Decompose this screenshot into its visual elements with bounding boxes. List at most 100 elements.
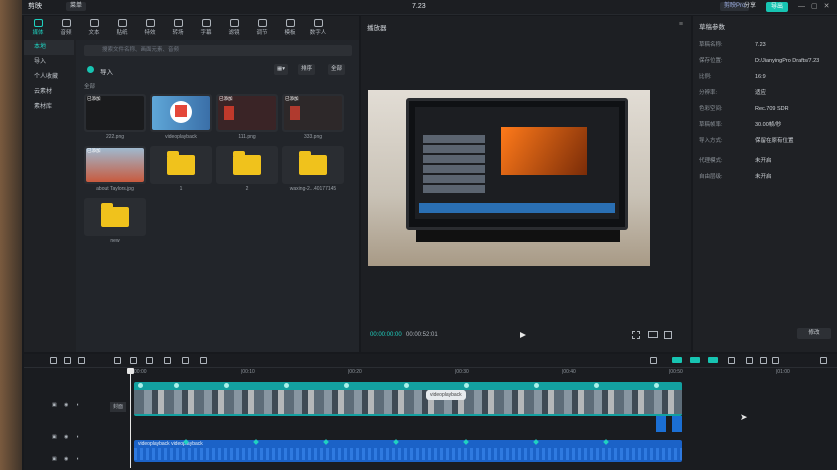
delete-icon[interactable] xyxy=(164,357,171,364)
clip-marker-icon xyxy=(224,383,229,388)
tab-media[interactable]: 媒体 xyxy=(24,16,52,38)
small-clip[interactable] xyxy=(672,416,682,432)
media-item[interactable]: 已添加 333.png xyxy=(282,94,344,140)
audio-name: videoplayback videoplayback xyxy=(138,441,203,447)
media-item[interactable]: videoplayback xyxy=(150,94,212,140)
import-button[interactable]: 导入 xyxy=(100,66,113,76)
transition-icon xyxy=(173,18,183,27)
search-input[interactable]: 搜索文件名称、画面元素、音频 xyxy=(84,45,352,56)
setting-row: 色彩空间: Rec.709 SDR xyxy=(699,104,835,114)
undo-icon[interactable] xyxy=(64,357,71,364)
mute-icon[interactable]: ◖ xyxy=(76,402,79,408)
snap-icon[interactable] xyxy=(690,357,700,363)
clip-label: videoplayback xyxy=(426,390,466,400)
fullscreen-icon[interactable] xyxy=(664,331,672,339)
more-icon[interactable]: ≡ xyxy=(679,21,683,28)
tab-audio[interactable]: 音频 xyxy=(52,16,80,38)
lock-icon[interactable]: ▣ xyxy=(52,434,57,440)
sidebar-item-library[interactable]: 素材库 xyxy=(24,100,74,115)
media-item[interactable]: waxing-2...40177145 xyxy=(282,146,344,192)
sidebar-item-favorites[interactable]: 个人收藏 xyxy=(24,70,74,85)
tab-subtitle[interactable]: 字幕 xyxy=(192,16,220,38)
folder-icon xyxy=(167,151,195,175)
split-right-icon[interactable] xyxy=(146,357,153,364)
timeline-settings-icon[interactable] xyxy=(820,357,827,364)
lock-icon[interactable]: ▣ xyxy=(52,456,57,462)
tab-effects[interactable]: 特效 xyxy=(136,16,164,38)
freeze-icon[interactable] xyxy=(182,357,189,364)
share-button[interactable]: 分享 xyxy=(744,2,756,11)
menu-button[interactable]: 菜单 xyxy=(66,2,87,11)
select-tool-icon[interactable] xyxy=(50,357,57,364)
zoom-out-icon[interactable] xyxy=(760,357,767,364)
sidebar-item-cloud[interactable]: 云素材 xyxy=(24,85,74,100)
zoom-slider-icon[interactable] xyxy=(772,357,779,364)
tab-text[interactable]: 文本 xyxy=(80,16,108,38)
window-controls[interactable]: —▢✕ xyxy=(798,0,835,14)
media-item[interactable]: 已添加 about Taylors.jpg xyxy=(84,146,146,192)
tab-label: 转场 xyxy=(172,29,184,36)
media-item[interactable]: 1 xyxy=(150,146,212,192)
setting-value: 未开启 xyxy=(755,158,772,164)
split-icon[interactable] xyxy=(114,357,121,364)
project-title: 7.23 xyxy=(412,3,426,10)
text-icon xyxy=(89,18,99,27)
sidebar-item-local[interactable]: 本地 xyxy=(24,40,74,55)
setting-value: 适应 xyxy=(755,90,767,96)
caption-icon[interactable] xyxy=(200,357,207,364)
playhead[interactable] xyxy=(127,368,134,468)
tab-label: 贴纸 xyxy=(116,29,128,36)
setting-row: 代理模式: 未开启 xyxy=(699,156,835,166)
crop-icon[interactable] xyxy=(632,331,640,339)
mute-icon[interactable]: ◖ xyxy=(76,456,79,462)
split-left-icon[interactable] xyxy=(130,357,137,364)
mute-icon[interactable]: ◖ xyxy=(76,434,79,440)
media-sidebar: 本地 导入 个人收藏 云素材 素材库 xyxy=(24,40,74,352)
import-icon[interactable] xyxy=(87,66,94,73)
adjust-icon xyxy=(257,18,267,27)
tab-transition[interactable]: 转场 xyxy=(164,16,192,38)
hide-icon[interactable]: ◉ xyxy=(64,456,68,462)
video-clips-track[interactable]: videoplayback xyxy=(134,382,682,416)
tab-sticker[interactable]: 贴纸 xyxy=(108,16,136,38)
media-item[interactable]: new xyxy=(84,198,146,244)
setting-row: 自由层级: 未开启 xyxy=(699,172,835,182)
tab-label: 调节 xyxy=(256,29,268,36)
hide-icon[interactable]: ◉ xyxy=(64,402,68,408)
lock-icon[interactable]: ▣ xyxy=(52,402,57,408)
media-name: 1 xyxy=(179,186,183,192)
modify-button[interactable]: 修改 xyxy=(797,328,831,339)
media-item[interactable]: 已添加 222.png xyxy=(84,94,146,140)
cover-button[interactable]: 封面 xyxy=(110,402,126,412)
mic-icon[interactable] xyxy=(650,357,657,364)
sidebar-item-import[interactable]: 导入 xyxy=(24,55,74,70)
tab-filter[interactable]: 滤镜 xyxy=(220,16,248,38)
media-item[interactable]: 已添加 111.png xyxy=(216,94,278,140)
export-frame-icon[interactable] xyxy=(746,357,753,364)
tab-adjust[interactable]: 调节 xyxy=(248,16,276,38)
preview-axis-icon[interactable] xyxy=(708,357,718,363)
ruler-tick: |01:00 xyxy=(776,369,790,375)
link-icon[interactable] xyxy=(672,357,682,363)
media-item[interactable]: 2 xyxy=(216,146,278,192)
view-toggle-icon[interactable]: ▦▾ xyxy=(274,64,288,75)
tab-template[interactable]: 模板 xyxy=(276,16,304,38)
hide-icon[interactable]: ◉ xyxy=(64,434,68,440)
player-title: 播放器 xyxy=(367,25,387,32)
video-preview[interactable] xyxy=(368,90,650,266)
volume-icon[interactable] xyxy=(728,357,735,364)
logo-shape xyxy=(224,106,234,120)
play-icon[interactable] xyxy=(520,332,526,338)
laptop-frame xyxy=(406,98,628,230)
ruler-tick: |00:20 xyxy=(348,369,362,375)
media-name: waxing-2...40177145 xyxy=(289,186,337,192)
audio-track[interactable]: videoplayback videoplayback xyxy=(134,440,682,462)
setting-key: 色彩空间: xyxy=(699,106,723,112)
small-clip[interactable] xyxy=(656,416,666,432)
filter-button[interactable]: 全部 xyxy=(328,64,346,75)
ratio-icon[interactable] xyxy=(648,331,658,338)
sort-button[interactable]: 排序 xyxy=(298,64,316,75)
redo-icon[interactable] xyxy=(78,357,85,364)
export-button[interactable]: 导出 xyxy=(766,2,789,12)
tab-digital-human[interactable]: 数字人 xyxy=(304,16,332,38)
